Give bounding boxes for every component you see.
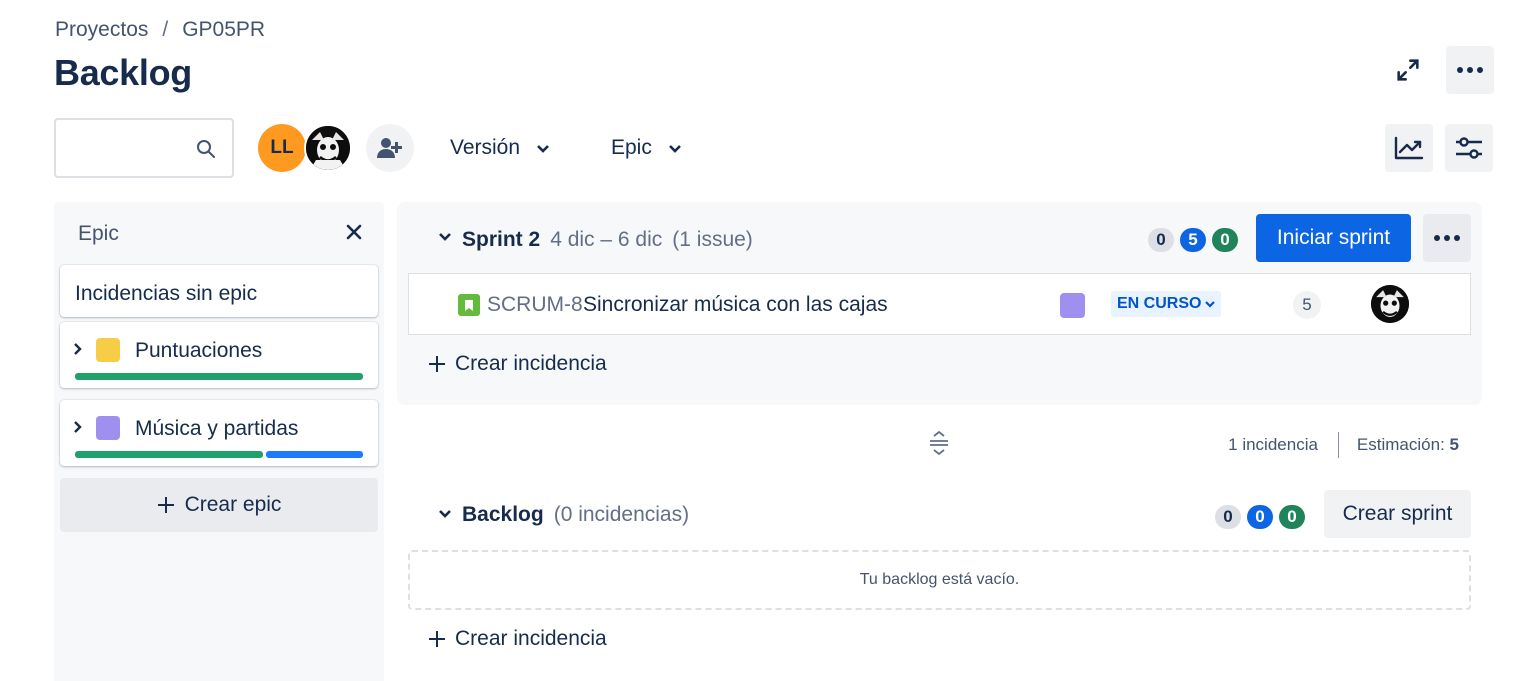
more-actions-button[interactable] xyxy=(1446,46,1494,94)
create-issue-label: Crear incidencia xyxy=(455,352,607,375)
done-count-badge: 0 xyxy=(1212,228,1238,252)
page-title: Backlog xyxy=(54,52,192,93)
epic-progress-bar xyxy=(75,451,363,458)
sprint-name[interactable]: Sprint 2 xyxy=(462,228,540,252)
header-actions xyxy=(1384,46,1494,94)
done-count-badge: 0 xyxy=(1279,505,1305,529)
chevron-down-icon xyxy=(1205,300,1216,308)
add-people-button[interactable] xyxy=(366,124,414,172)
add-person-icon xyxy=(377,138,402,158)
epic-color-swatch xyxy=(96,338,120,362)
drag-handle-icon[interactable] xyxy=(928,430,950,456)
sprint-status-counts: 0 5 0 xyxy=(1148,228,1238,252)
sprint-create-issue-button[interactable]: Crear incidencia xyxy=(428,352,607,376)
insights-icon xyxy=(1394,136,1424,160)
insights-button[interactable] xyxy=(1385,124,1433,172)
epic-item-puntuaciones[interactable]: Puntuaciones xyxy=(60,322,378,388)
epic-item-musica-y-partidas[interactable]: Música y partidas xyxy=(60,400,378,466)
epic-name: Puntuaciones xyxy=(135,339,263,362)
chevron-down-icon xyxy=(537,144,549,153)
breadcrumb-separator: / xyxy=(162,18,169,41)
backlog-name: Backlog xyxy=(462,503,544,526)
epic-panel: Epic Incidencias sin epic Puntuaciones M… xyxy=(54,202,384,681)
estimate-label: Estimación: xyxy=(1356,435,1445,454)
view-settings-button[interactable] xyxy=(1445,124,1493,172)
view-settings-icon xyxy=(1456,137,1482,159)
issue-key[interactable]: SCRUM-8 xyxy=(487,293,583,317)
issue-estimate-badge[interactable]: 5 xyxy=(1293,291,1321,319)
backlog-create-issue-button[interactable]: Crear incidencia xyxy=(428,627,607,651)
epic-name: Música y partidas xyxy=(135,417,299,440)
create-issue-label: Crear incidencia xyxy=(455,627,607,650)
issue-status-dropdown[interactable]: EN CURSO xyxy=(1111,291,1222,317)
close-epic-panel-button[interactable] xyxy=(342,220,366,244)
backlog-status-counts: 0 0 0 xyxy=(1215,505,1305,529)
breadcrumb: Proyectos / GP05PR xyxy=(55,18,265,42)
avatar-ll[interactable]: LL xyxy=(258,124,306,172)
backlog-issue-count: (0 incidencias) xyxy=(553,503,690,526)
clown-avatar-image xyxy=(306,126,350,170)
expand-button[interactable] xyxy=(1384,46,1432,94)
sprint-dates: 4 dic – 6 dic xyxy=(550,228,663,251)
epic-filter[interactable]: Epic xyxy=(611,130,682,166)
epic-filter-label: Epic xyxy=(611,136,652,159)
todo-count-badge: 0 xyxy=(1215,505,1241,529)
sprint-more-button[interactable] xyxy=(1423,214,1471,262)
empty-backlog-placeholder: Tu backlog está vacío. xyxy=(408,550,1471,610)
chevron-down-icon xyxy=(668,144,681,153)
chevron-right-icon[interactable] xyxy=(73,342,82,356)
issue-row[interactable]: SCRUM-8 Sincronizar música con las cajas… xyxy=(408,273,1471,335)
create-epic-button[interactable]: Crear epic xyxy=(60,478,378,532)
issue-summary: Sincronizar música con las cajas xyxy=(583,293,888,316)
backlog-toolbar: LL Versión Epic xyxy=(54,118,1494,178)
backlog-header: Backlog (0 incidencias) xyxy=(437,503,689,527)
start-sprint-button[interactable]: Iniciar sprint xyxy=(1256,214,1411,262)
issue-status-label: EN CURSO xyxy=(1117,295,1202,312)
progress-done-segment xyxy=(75,451,264,458)
breadcrumb-project-link[interactable]: GP05PR xyxy=(182,18,265,42)
version-filter-label: Versión xyxy=(450,136,521,159)
more-icon xyxy=(1457,67,1483,73)
in-progress-count-badge: 5 xyxy=(1180,228,1206,252)
version-filter[interactable]: Versión xyxy=(450,130,550,166)
issues-without-epic-label: Incidencias sin epic xyxy=(75,282,258,305)
progress-done-segment xyxy=(75,373,363,380)
search-input[interactable] xyxy=(54,118,234,178)
sprint-header: Sprint 2 4 dic – 6 dic (1 issue) xyxy=(437,228,753,252)
epic-color-swatch xyxy=(96,416,120,440)
close-icon xyxy=(346,224,362,240)
sprint-issue-count: (1 issue) xyxy=(672,228,753,251)
clown-avatar-image xyxy=(1371,285,1409,323)
more-icon xyxy=(1434,235,1460,241)
summary-divider xyxy=(1337,432,1339,458)
in-progress-count-badge: 0 xyxy=(1247,505,1273,529)
create-epic-label: Crear epic xyxy=(184,493,282,516)
plus-icon xyxy=(429,631,445,647)
sprint-summary: 1 incidencia Estimación: 5 xyxy=(1228,432,1459,458)
todo-count-badge: 0 xyxy=(1148,228,1174,252)
issue-epic-swatch xyxy=(1060,293,1085,318)
avatar-clown[interactable] xyxy=(304,124,352,172)
sprint-issue-total: 1 incidencia xyxy=(1228,435,1318,454)
progress-in-progress-segment xyxy=(266,451,363,458)
chevron-right-icon[interactable] xyxy=(73,420,82,434)
plus-icon xyxy=(157,497,174,513)
epic-progress-bar xyxy=(75,373,363,380)
breadcrumb-projects-link[interactable]: Proyectos xyxy=(55,18,148,42)
expand-icon xyxy=(1397,59,1419,81)
story-icon xyxy=(458,294,480,316)
assignee-avatar[interactable] xyxy=(1371,285,1409,323)
sprint-container: Sprint 2 4 dic – 6 dic (1 issue) 0 5 0 I… xyxy=(397,202,1482,405)
create-sprint-button[interactable]: Crear sprint xyxy=(1324,490,1471,538)
epic-panel-title: Epic xyxy=(78,222,119,245)
plus-icon xyxy=(429,356,445,372)
search-icon xyxy=(197,140,215,158)
estimate-value: 5 xyxy=(1449,435,1459,454)
sprint-summary-row: 1 incidencia Estimación: 5 xyxy=(397,428,1482,458)
issues-without-epic[interactable]: Incidencias sin epic xyxy=(60,265,378,317)
